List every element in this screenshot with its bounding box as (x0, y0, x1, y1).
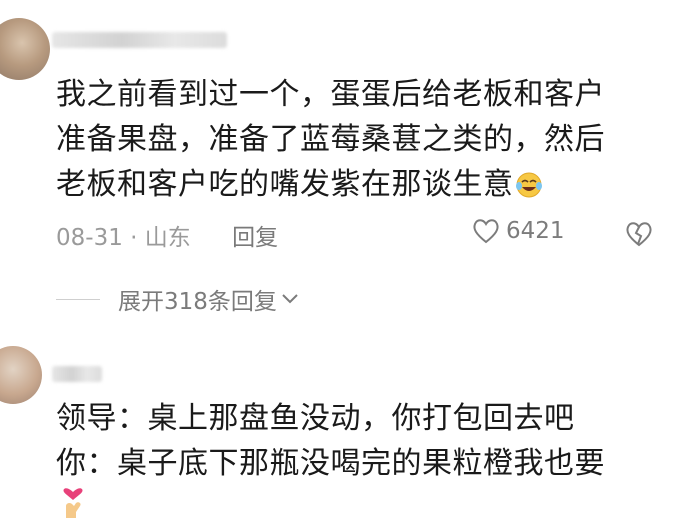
like-button[interactable]: 6421 (472, 218, 565, 244)
like-count: 6421 (506, 218, 565, 244)
comment-body: 我之前看到过一个，蛋蛋后给老板和客户 准备果盘，准备了蓝莓桑葚之类的，然后 老板… (56, 72, 605, 207)
comment-line: 我之前看到过一个，蛋蛋后给老板和客户 (56, 77, 605, 112)
comment-line: 准备果盘，准备了蓝莓桑葚之类的，然后 (56, 122, 605, 157)
commenter-avatar[interactable] (0, 18, 50, 80)
comment-line: 你：桌子底下那瓶没喝完的果粒橙我也要 (56, 446, 605, 481)
commenter-avatar[interactable] (0, 346, 42, 404)
expand-replies-label: 展开318条回复 (118, 289, 277, 315)
reply-button[interactable]: 回复 (232, 225, 278, 251)
chevron-down-icon (282, 294, 298, 304)
commenter-username-redacted[interactable] (52, 32, 227, 48)
comment-line: 领导：桌上那盘鱼没动，你打包回去吧 (56, 401, 575, 436)
heart-hand-icon (63, 488, 83, 518)
comment-date: 08-31 (56, 225, 123, 251)
meta-separator: · (130, 225, 138, 251)
commenter-username-redacted[interactable] (52, 366, 102, 382)
laughing-crying-face-icon (515, 172, 542, 198)
divider-line (56, 298, 100, 300)
comment-location: 山东 (144, 225, 191, 251)
broken-heart-icon[interactable] (624, 220, 654, 248)
expand-replies-button[interactable]: 展开318条回复 (56, 282, 299, 316)
heart-outline-icon (473, 219, 499, 244)
comment-body: 领导：桌上那盘鱼没动，你打包回去吧 你：桌子底下那瓶没喝完的果粒橙我也要 (56, 396, 605, 486)
comment-meta: 08-31 · 山东 回复 (56, 218, 278, 252)
comment-line: 老板和客户吃的嘴发紫在那谈生意 (56, 162, 605, 207)
